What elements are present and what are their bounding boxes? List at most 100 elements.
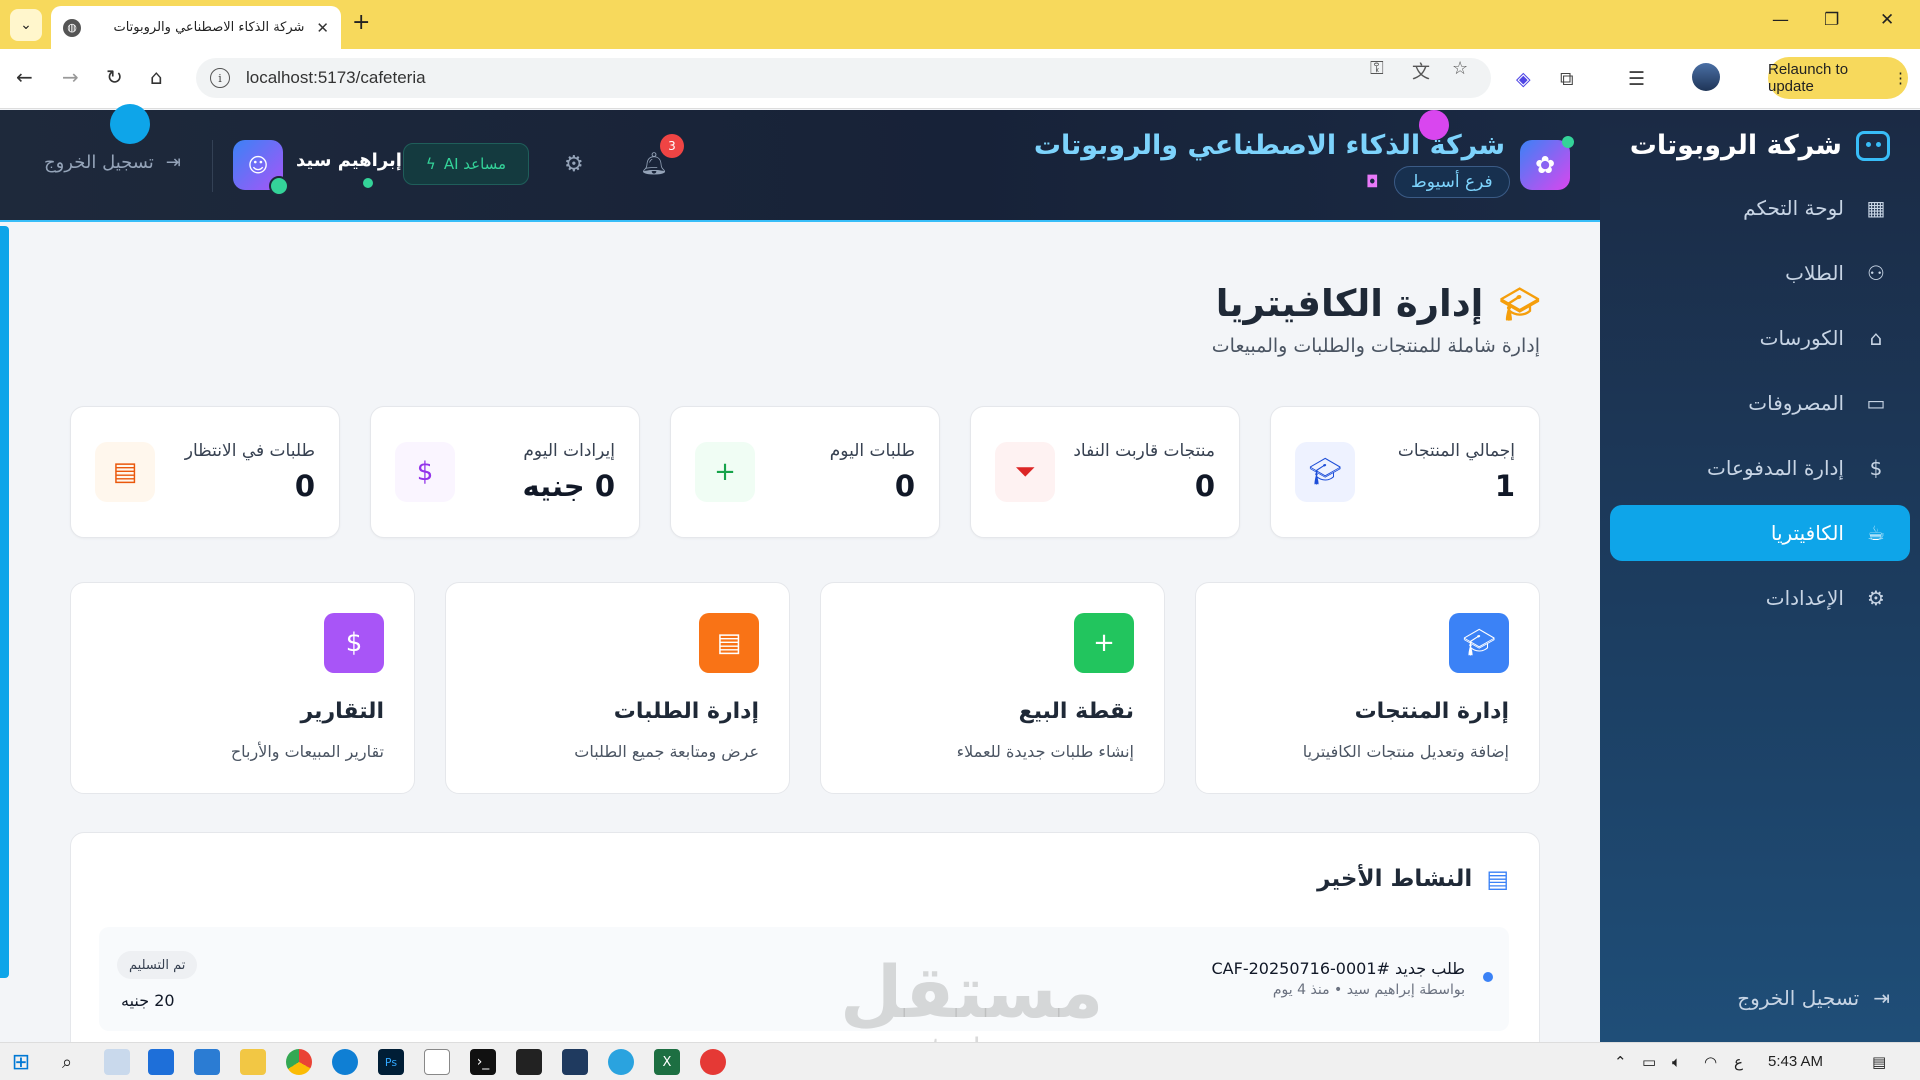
file-icon[interactable] <box>424 1049 450 1075</box>
graduation-cap-icon: ⌂ <box>1869 326 1883 350</box>
header-logout-button[interactable]: ⇥ تسجيل الخروج <box>44 152 181 173</box>
graduation-cap-icon: 🎓︎ <box>1295 442 1355 502</box>
stat-label: منتجات قاربت النفاد <box>1073 441 1215 461</box>
calendar-icon: ▤ <box>95 442 155 502</box>
windows-start-icon[interactable]: ⊞ <box>10 1050 32 1075</box>
app-icon[interactable] <box>562 1049 588 1075</box>
excel-icon[interactable]: X <box>654 1049 680 1075</box>
dollar-icon: $ <box>324 613 384 673</box>
notification-center-icon[interactable]: ▤ <box>1872 1053 1886 1071</box>
tab-search-button[interactable]: ⌄ <box>10 9 42 41</box>
sidebar-item-label: إدارة المدفوعات <box>1707 456 1844 480</box>
action-card-pos[interactable]: + نقطة البيع إنشاء طلبات جديدة للعملاء <box>820 582 1165 794</box>
translate-icon[interactable]: 文 <box>1412 58 1430 84</box>
search-icon[interactable]: ⌕ <box>54 1049 80 1075</box>
profile-avatar[interactable] <box>1692 63 1720 91</box>
taskview-icon[interactable] <box>104 1049 130 1075</box>
plus-icon: + <box>1074 613 1134 673</box>
header-divider <box>212 140 213 192</box>
sidebar-item-students[interactable]: ⚇ الطلاب <box>1610 245 1910 301</box>
action-title: إدارة الطلبات <box>613 699 759 724</box>
sidebar-item-expenses[interactable]: ▭ المصروفات <box>1610 375 1910 431</box>
reload-button[interactable]: ↻ <box>106 65 123 89</box>
back-button[interactable]: ← <box>16 65 33 89</box>
minimize-button[interactable]: — <box>1772 10 1789 30</box>
new-tab-button[interactable]: + <box>352 10 370 35</box>
stat-label: طلبات اليوم <box>829 441 915 461</box>
activity-meta: بواسطة إبراهيم سيد • منذ 4 يوم <box>1272 982 1465 998</box>
sidebar-brand: شركة الروبوتات <box>1630 130 1890 161</box>
chevron-up-icon[interactable]: ⌃ <box>1614 1053 1627 1071</box>
photoshop-icon[interactable]: Ps <box>378 1049 404 1075</box>
chrome-icon[interactable] <box>286 1049 312 1075</box>
ai-assistant-button[interactable]: مساعد AI ϟ <box>403 143 529 185</box>
action-card-reports[interactable]: $ التقارير تقارير المبيعات والأرباح <box>70 582 415 794</box>
home-button[interactable]: ⌂ <box>150 65 163 89</box>
activity-title: ▤ النشاط الأخير <box>1317 865 1509 893</box>
bookmark-star-icon[interactable]: ☆ <box>1452 58 1468 79</box>
online-status-dot <box>363 178 373 188</box>
relaunch-button[interactable]: Relaunch to update ⋮ <box>1768 57 1908 99</box>
os-taskbar: ⊞ ⌕ Ps ›_ X ⌃ ▭ 🔈︎ ◠ ع 5:43 AM ▤ <box>0 1042 1920 1080</box>
sidebar-item-settings[interactable]: ⚙ الإعدادات <box>1610 570 1910 626</box>
tab-title: شركة الذكاء الاصطناعي والروبوتات <box>113 20 305 35</box>
terminal-icon[interactable]: ›_ <box>470 1049 496 1075</box>
logout-icon: ⇥ <box>1873 986 1890 1010</box>
dollar-icon: $ <box>395 442 455 502</box>
activity-title-text: النشاط الأخير <box>1317 866 1473 892</box>
sidebar-logout-button[interactable]: ⇥ تسجيل الخروج <box>1737 986 1890 1010</box>
sidebar-item-label: لوحة التحكم <box>1743 196 1844 220</box>
maximize-button[interactable]: ❐ <box>1824 10 1839 30</box>
activity-item[interactable]: طلب جديد #CAF-20250716-0001 بواسطة إبراه… <box>99 927 1509 1031</box>
wallet-icon: ▭ <box>1866 391 1886 415</box>
brand-name: شركة الروبوتات <box>1629 130 1842 161</box>
address-bar[interactable]: i localhost:5173/cafeteria <box>196 58 1491 98</box>
gear-icon[interactable]: ⚙ <box>564 152 584 177</box>
bell-icon[interactable]: 🔔︎ <box>640 152 668 177</box>
stat-value: 1 <box>1494 469 1515 503</box>
sidebar-item-dashboard[interactable]: ▦ لوحة التحكم <box>1610 180 1910 236</box>
volume-icon[interactable]: 🔈︎ <box>1672 1053 1681 1071</box>
recent-activity-panel: ▤ النشاط الأخير طلب جديد #CAF-20250716-0… <box>70 832 1540 1042</box>
stat-card-low-stock: منتجات قاربت النفاد 0 ⏷ <box>970 406 1240 538</box>
header-logout-label: تسجيل الخروج <box>44 152 154 173</box>
key-icon[interactable]: ⚿ <box>1370 58 1384 79</box>
app-icon[interactable] <box>516 1049 542 1075</box>
reading-list-icon[interactable]: ☰ <box>1628 68 1645 90</box>
page-subtitle: إدارة شاملة للمنتجات والطلبات والمبيعات <box>1211 335 1540 357</box>
action-desc: تقارير المبيعات والأرباح <box>230 742 384 761</box>
mail-icon[interactable] <box>194 1049 220 1075</box>
filter-icon: ⏷ <box>995 442 1055 502</box>
puzzle-icon[interactable]: ⧉ <box>1560 68 1574 90</box>
clock[interactable]: 5:43 AM <box>1768 1053 1823 1070</box>
sidebar-item-courses[interactable]: ⌂ الكورسات <box>1610 310 1910 366</box>
sidebar-item-label: الإعدادات <box>1765 586 1844 610</box>
wifi-icon[interactable]: ◠ <box>1704 1053 1717 1071</box>
app-icon[interactable] <box>700 1049 726 1075</box>
folder-icon[interactable] <box>240 1049 266 1075</box>
scroll-indicator[interactable] <box>0 226 9 978</box>
battery-icon[interactable]: ▭ <box>1642 1053 1656 1071</box>
edge-icon[interactable] <box>332 1049 358 1075</box>
action-card-orders[interactable]: ▤ إدارة الطلبات عرض ومتابعة جميع الطلبات <box>445 582 790 794</box>
sidebar-nav: ▦ لوحة التحكم ⚇ الطلاب ⌂ الكورسات ▭ المص… <box>1610 180 1910 635</box>
telegram-icon[interactable] <box>608 1049 634 1075</box>
action-title: التقارير <box>300 699 385 724</box>
extension-icon[interactable]: ◈ <box>1516 68 1531 90</box>
branch-badge: فرع أسيوط <box>1394 166 1510 198</box>
ai-label: مساعد AI <box>443 155 507 173</box>
language-indicator[interactable]: ع <box>1734 1053 1743 1071</box>
stat-value: 0 <box>294 469 315 503</box>
forward-button[interactable]: → <box>62 65 79 89</box>
browser-tab[interactable]: ◍ شركة الذكاء الاصطناعي والروبوتات ✕ <box>51 6 341 49</box>
action-card-products[interactable]: 🎓︎ إدارة المنتجات إضافة وتعديل منتجات ال… <box>1195 582 1540 794</box>
company-title: شركة الذكاء الاصطناعي والروبوتات <box>1033 130 1505 161</box>
user-avatar[interactable]: ☺ <box>233 140 289 196</box>
sidebar-item-payments[interactable]: $ إدارة المدفوعات <box>1610 440 1910 496</box>
window-close-button[interactable]: ✕ <box>1880 10 1894 30</box>
status-badge: تم التسليم <box>117 951 198 979</box>
store-icon[interactable] <box>148 1049 174 1075</box>
sidebar-item-cafeteria[interactable]: ☕ الكافيتريا <box>1610 505 1910 561</box>
close-icon[interactable]: ✕ <box>316 19 329 37</box>
info-icon[interactable]: i <box>210 68 230 88</box>
